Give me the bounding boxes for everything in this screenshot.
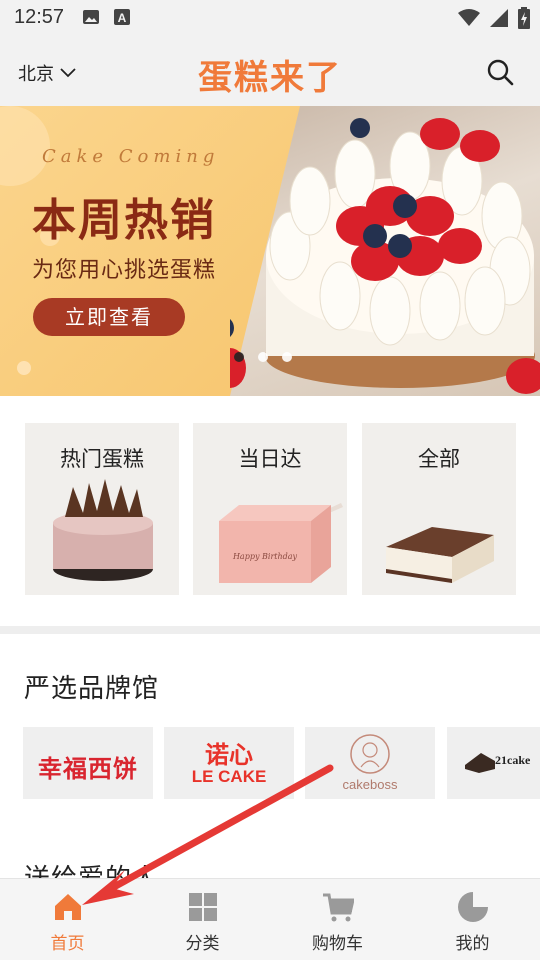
image-icon [83,10,99,24]
brand-name: cakeboss [342,777,398,792]
category-label: 全部 [418,447,460,471]
signal-icon [490,9,508,27]
section-divider [0,626,540,634]
carousel-dots [234,352,292,362]
category-card-hot-cakes[interactable]: 热门蛋糕 [25,423,179,595]
cart-icon [322,893,354,922]
nav-label: 首页 [50,934,85,954]
nav-label: 我的 [455,934,490,954]
grid-icon [188,893,217,921]
hero-banner[interactable]: Cake Coming 本周热销 为您用心挑选蛋糕 立即查看 [0,106,540,396]
category-card-same-day[interactable]: 当日达 Happy Birthday [193,423,347,595]
brand-name: 诺心 [205,741,253,769]
search-icon[interactable] [486,58,514,86]
chocolate-cake-image [53,479,153,581]
wifi-icon [458,9,480,26]
brand-tile-cakeboss[interactable]: cakeboss [305,727,435,799]
svg-text:A: A [118,11,127,25]
gift-box-image: Happy Birthday [219,503,343,583]
brand-tile-21cake[interactable]: 21cake [447,727,540,799]
battery-icon [518,7,530,29]
nav-label: 购物车 [312,934,363,954]
carousel-dot[interactable] [258,352,268,362]
status-time: 12:57 [14,6,65,28]
profile-icon [457,892,488,922]
category-card-all[interactable]: 全部 [362,423,516,595]
brand-tile-xingfuxibing[interactable]: 幸福西饼 [23,727,153,799]
cakeboss-logo-icon [350,734,390,774]
category-label: 当日达 [238,447,302,471]
app-header: 北京 蛋糕来了 [0,36,540,106]
brand-name: 21cake [495,753,531,767]
a-icon: A [114,9,130,25]
tiramisu-image [386,527,494,583]
brand-name: 幸福西饼 [38,755,138,783]
carousel-dot[interactable] [234,352,244,362]
banner-title: 本周热销 [32,195,216,246]
view-now-button[interactable]: 立即查看 [33,298,185,336]
svg-text:Happy Birthday: Happy Birthday [232,552,298,561]
nav-item-cart[interactable]: 购物车 [270,879,405,960]
nav-label: 分类 [185,934,220,954]
brand-subname: LE CAKE [191,767,267,786]
app-title: 蛋糕来了 [198,58,342,98]
banner-subtitle: 为您用心挑选蛋糕 [32,258,217,283]
nav-item-category[interactable]: 分类 [135,879,270,960]
brands-section-title: 严选品牌馆 [24,674,160,704]
nav-item-home[interactable]: 首页 [0,879,135,960]
status-bar: 12:57 A [0,0,540,36]
brand-tile-lecake[interactable]: 诺心 LE CAKE [164,727,294,799]
home-icon [54,894,81,920]
category-section: 热门蛋糕 当日达 Happy Birthday 全部 [0,396,540,626]
category-label: 热门蛋糕 [60,447,144,471]
carousel-dot[interactable] [282,352,292,362]
bottom-navigation: 首页 分类 购物车 我的 [0,878,540,960]
21cake-logo-icon [465,753,495,773]
nav-item-profile[interactable]: 我的 [405,879,540,960]
banner-english-subtitle: Cake Coming [42,146,220,167]
